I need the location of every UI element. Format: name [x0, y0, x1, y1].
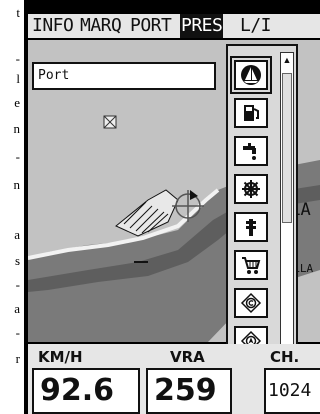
margin-fragment: -: [15, 149, 20, 164]
buoy-marker-icon: [103, 115, 117, 129]
third-field-value: 1024: [264, 368, 320, 414]
search-input[interactable]: Port: [32, 62, 216, 90]
water-tap-icon: [243, 143, 256, 160]
margin-fragment: n: [13, 177, 21, 192]
margin-fragment: a: [14, 227, 20, 242]
tab-li[interactable]: L/I: [240, 14, 272, 38]
sailboat-icon: [241, 65, 261, 85]
margin-fragment: l: [16, 71, 20, 86]
margin-fragment: a: [14, 301, 20, 316]
shop-button[interactable]: [234, 250, 268, 280]
status-bar: KM/H VRA CH. 92.6 259 1024: [28, 344, 320, 414]
water-button[interactable]: [234, 136, 268, 166]
left-page-margin: t - l e n - n a s - a - r: [0, 0, 22, 414]
tab-marq[interactable]: MARQ: [80, 14, 122, 38]
fuel-button[interactable]: [234, 98, 268, 128]
gps-device-screen: INFO MARQ PORT PRES L/I Port ▲ KM/H VRA …: [24, 0, 320, 414]
services-icon-palette: ▲ ▼: [226, 44, 298, 374]
helm-button[interactable]: [234, 174, 268, 204]
margin-fragment: -: [15, 325, 20, 340]
crane-button[interactable]: [234, 212, 268, 242]
scroll-up-arrow-icon[interactable]: ▲: [281, 53, 293, 67]
speed-value: 92.6: [32, 368, 140, 414]
third-field-label: CH.: [270, 348, 300, 366]
palette-scrollbar[interactable]: ▲ ▼: [280, 52, 294, 366]
heading-value: 259: [146, 368, 232, 414]
margin-fragment: -: [15, 51, 20, 66]
fuel-pump-icon: [244, 105, 259, 121]
copyright-diamond-icon: [240, 292, 262, 314]
ship-wheel-icon: [242, 180, 260, 198]
margin-fragment: s: [14, 253, 20, 268]
sailboat-button[interactable]: [230, 56, 272, 94]
margin-fragment: -: [15, 277, 20, 292]
top-menu-bar: INFO MARQ PORT PRES L/I: [28, 14, 320, 38]
scrollbar-thumb[interactable]: [282, 73, 292, 223]
crane-hoist-icon: [246, 219, 256, 236]
margin-fragment: t: [16, 5, 20, 20]
margin-fragment: r: [15, 351, 20, 366]
copyright-button[interactable]: [234, 288, 268, 318]
margin-fragment: e: [14, 95, 20, 110]
heading-label: VRA: [170, 348, 205, 366]
margin-fragment: n: [13, 121, 21, 136]
tab-info[interactable]: INFO: [32, 14, 74, 38]
tab-port[interactable]: PORT: [130, 14, 172, 38]
tab-pres[interactable]: PRES: [180, 14, 224, 38]
shopping-cart-icon: [242, 257, 261, 274]
speed-label: KM/H: [38, 348, 83, 366]
